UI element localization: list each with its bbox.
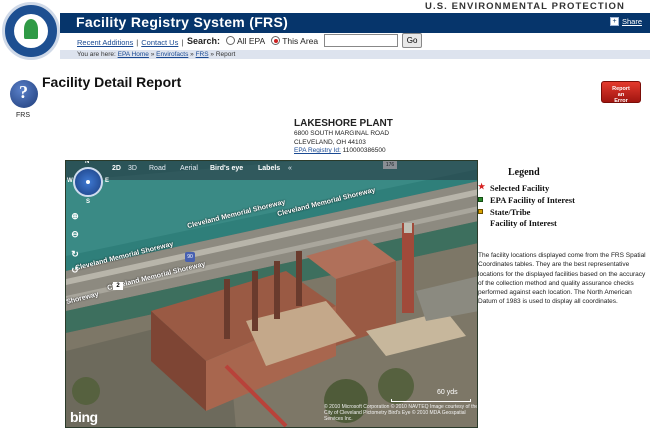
search-this-area-label: This Area: [282, 35, 319, 46]
search-all-epa-label: All EPA: [237, 35, 266, 46]
share-button[interactable]: + Share: [609, 17, 642, 26]
map-tab-2d[interactable]: 2D: [112, 165, 121, 172]
green-square-icon: [478, 197, 483, 202]
map-toolbar: 2D 3D Road Aerial Bird's eye Labels «: [66, 161, 477, 180]
map-tab-birds-eye[interactable]: Bird's eye: [210, 165, 243, 172]
yellow-square-icon: [478, 209, 483, 214]
epa-seal-logo[interactable]: [2, 2, 60, 60]
compass-north: N: [85, 160, 90, 165]
frs-help-icon[interactable]: ?: [10, 80, 38, 108]
registry-id: 110000386500: [342, 147, 386, 154]
compass-east: E: [104, 178, 109, 184]
share-label[interactable]: Share: [622, 17, 642, 26]
breadcrumb-separator: »: [190, 51, 194, 58]
search-input[interactable]: [324, 34, 399, 47]
birds-eye-map[interactable]: Cleveland Memorial Shoreway Cleveland Me…: [65, 160, 478, 428]
contact-us-link[interactable]: Contact Us: [141, 38, 178, 47]
breadcrumb-frs[interactable]: FRS: [196, 51, 209, 58]
utility-links: Recent Additions | Contact Us |: [77, 35, 186, 49]
breadcrumb: You are here: EPA Home » Envirofacts » F…: [60, 50, 650, 59]
zoom-in-icon[interactable]: ⊕: [70, 211, 80, 221]
epa-leaf-icon: [24, 19, 38, 39]
facility-info: LAKESHORE PLANT 6800 SOUTH MARGINAL ROAD…: [294, 118, 393, 156]
map-copyright: © 2010 Microsoft Corporation © 2010 NAVT…: [324, 404, 478, 422]
breadcrumb-prefix: You are here:: [77, 51, 116, 58]
rotate-counterclockwise-icon[interactable]: ↺: [70, 265, 80, 275]
frs-icon-label: FRS: [16, 112, 30, 119]
site-title: Facility Registry System (FRS): [76, 14, 289, 30]
breadcrumb-epa-home[interactable]: EPA Home: [118, 51, 149, 58]
question-mark-glyph: ?: [19, 82, 28, 102]
map-tab-road[interactable]: Road: [149, 165, 166, 172]
compass-west: W: [67, 178, 73, 184]
go-button[interactable]: Go: [402, 33, 423, 48]
bing-logo: bing: [70, 409, 98, 425]
utility-separator: |: [136, 37, 139, 47]
registry-id-link[interactable]: EPA Registry Id:: [294, 147, 341, 154]
page-title: Facility Detail Report: [42, 74, 182, 90]
agency-bar: U.S. ENVIRONMENTAL PROTECTION AGENCY: [425, 0, 650, 23]
legend-label: Facility of Interest: [490, 218, 557, 228]
share-icon: +: [609, 17, 619, 26]
red-star-icon: ★: [478, 182, 486, 191]
facility-name: LAKESHORE PLANT: [294, 118, 393, 129]
report-error-line: Error: [614, 98, 628, 104]
zoom-out-icon[interactable]: ⊖: [70, 229, 80, 239]
rotate-clockwise-icon[interactable]: ↻: [70, 249, 80, 259]
search-label: Search:: [187, 35, 221, 46]
compass-south: S: [86, 199, 91, 205]
compass-control[interactable]: N W E S: [67, 161, 109, 205]
legend-note: The facility locations displayed come fr…: [478, 252, 646, 306]
facility-address: 6800 SOUTH MARGINAL ROAD: [294, 130, 390, 137]
facility-registry: EPA Registry Id: 110000386500: [294, 147, 393, 156]
map-tab-aerial[interactable]: Aerial: [180, 165, 198, 172]
report-error-button[interactable]: Report an Error: [601, 81, 641, 104]
breadcrumb-separator: »: [150, 51, 155, 58]
compass-center-dot: [86, 180, 90, 184]
facility-city: CLEVELAND, OH 44103: [294, 138, 366, 146]
title-bar: Facility Registry System (FRS) + Share: [60, 13, 650, 33]
route-shield: 2: [113, 282, 123, 290]
recent-additions-link[interactable]: Recent Additions: [77, 38, 133, 47]
utility-separator: |: [181, 37, 184, 47]
breadcrumb-envirofacts[interactable]: Envirofacts: [156, 51, 188, 58]
breadcrumb-report: Report: [215, 51, 236, 58]
legend-label: Selected Facility: [490, 183, 550, 193]
legend-title: Legend: [508, 167, 540, 178]
search-area: Search: All EPA This Area Go: [187, 33, 423, 48]
interstate-shield: 90: [185, 252, 195, 262]
legend-label: State/Tribe: [490, 207, 531, 217]
map-collapse-toggle[interactable]: «: [288, 165, 292, 172]
map-tab-labels[interactable]: Labels: [258, 165, 280, 172]
legend-label: EPA Facility of Interest: [490, 195, 575, 205]
search-this-area-radio[interactable]: [271, 36, 281, 45]
map-tab-3d[interactable]: 3D: [128, 165, 137, 172]
scale-line: [391, 399, 471, 402]
breadcrumb-separator: »: [210, 51, 215, 58]
scale-label: 60 yds: [437, 389, 458, 396]
search-all-epa-radio[interactable]: [226, 36, 236, 45]
